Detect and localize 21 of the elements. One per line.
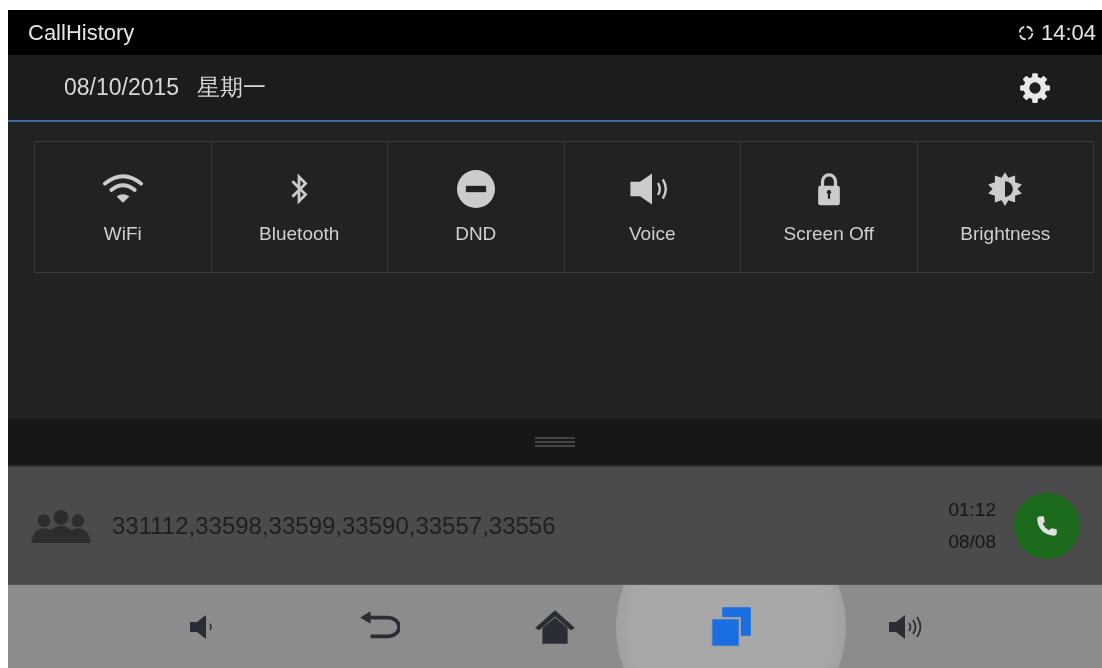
quick-setting-tile[interactable]: Bluetooth bbox=[210, 142, 387, 272]
drag-handle-icon[interactable] bbox=[535, 436, 575, 448]
drawer-handle-bar[interactable] bbox=[8, 419, 1102, 467]
weekday-text: 星期一 bbox=[197, 73, 267, 102]
lock-icon bbox=[815, 171, 842, 207]
app-title: CallHistory bbox=[28, 19, 135, 46]
date-text: 08/10/2015 bbox=[64, 74, 180, 101]
quick-setting-tile[interactable]: DND bbox=[387, 142, 564, 272]
quick-setting-tile[interactable]: Screen Off bbox=[740, 142, 917, 272]
wifi-icon bbox=[100, 173, 145, 205]
quick-setting-tile[interactable]: WiFi bbox=[35, 142, 211, 272]
minus-circle-icon bbox=[456, 170, 495, 208]
settings-icon[interactable] bbox=[1018, 70, 1052, 105]
clock: 14:04 bbox=[1040, 19, 1096, 46]
sync-icon bbox=[1016, 23, 1035, 42]
group-icon bbox=[28, 508, 94, 543]
brightness-icon bbox=[987, 171, 1024, 207]
quick-setting-tile[interactable]: Voice bbox=[563, 142, 740, 272]
home-icon bbox=[534, 608, 576, 645]
quick-setting-tile[interactable]: Brightness bbox=[916, 142, 1093, 272]
recents-icon bbox=[709, 604, 753, 649]
